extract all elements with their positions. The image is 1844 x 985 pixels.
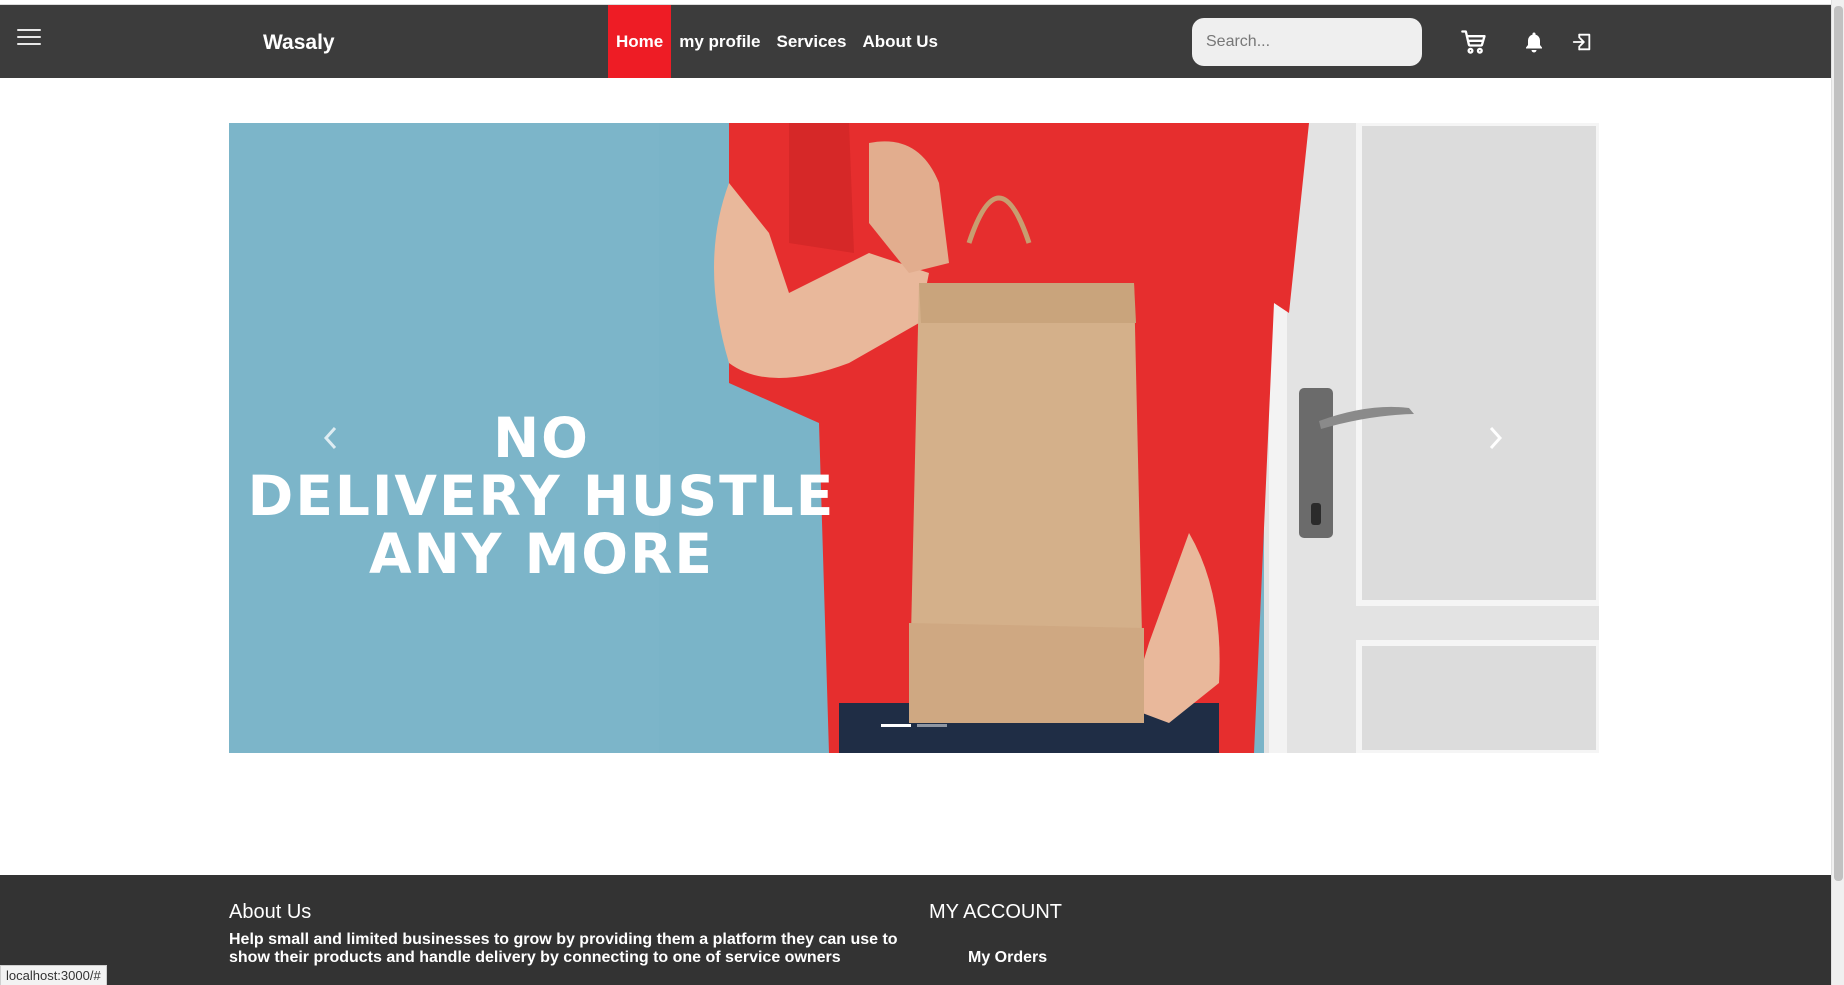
- carousel-prev-button[interactable]: [311, 413, 351, 463]
- nav-link-about-us[interactable]: About Us: [854, 5, 946, 78]
- carousel-indicator-2[interactable]: [917, 724, 947, 727]
- hero-carousel: NO DELIVERY HUSTLE ANY MORE: [229, 123, 1599, 753]
- nav-link-services[interactable]: Services: [768, 5, 854, 78]
- top-navbar: Wasaly Home my profile Services About Us: [0, 5, 1831, 78]
- status-bar-url: localhost:3000/#: [0, 965, 107, 985]
- search-input[interactable]: [1192, 18, 1422, 66]
- scrollbar-thumb[interactable]: [1834, 6, 1843, 881]
- menu-icon[interactable]: [17, 29, 41, 49]
- carousel-next-button[interactable]: [1475, 413, 1515, 463]
- carousel-indicator-1[interactable]: [881, 724, 911, 727]
- page-scrollbar[interactable]: [1831, 0, 1844, 985]
- footer-account-title: MY ACCOUNT: [929, 901, 1062, 923]
- nav-links: Home my profile Services About Us: [608, 5, 946, 78]
- nav-link-my-profile[interactable]: my profile: [671, 5, 768, 78]
- logout-icon[interactable]: [1567, 27, 1597, 57]
- footer-about-text: Help small and limited businesses to gro…: [229, 931, 898, 966]
- footer-link-my-orders[interactable]: My Orders: [968, 949, 1047, 967]
- site-footer: About Us Help small and limited business…: [0, 875, 1831, 985]
- bell-icon[interactable]: [1519, 27, 1549, 57]
- chevron-left-icon: [323, 426, 337, 450]
- hero-caption-line-2: DELIVERY HUSTLE: [247, 464, 836, 528]
- carousel-indicators: [881, 724, 947, 727]
- nav-link-home[interactable]: Home: [608, 5, 672, 78]
- brand-logo[interactable]: Wasaly: [263, 31, 335, 55]
- cart-icon[interactable]: [1459, 27, 1489, 57]
- footer-about-title: About Us: [229, 901, 312, 923]
- hero-caption-line-3: ANY MORE: [369, 522, 714, 586]
- chevron-right-icon: [1489, 426, 1503, 450]
